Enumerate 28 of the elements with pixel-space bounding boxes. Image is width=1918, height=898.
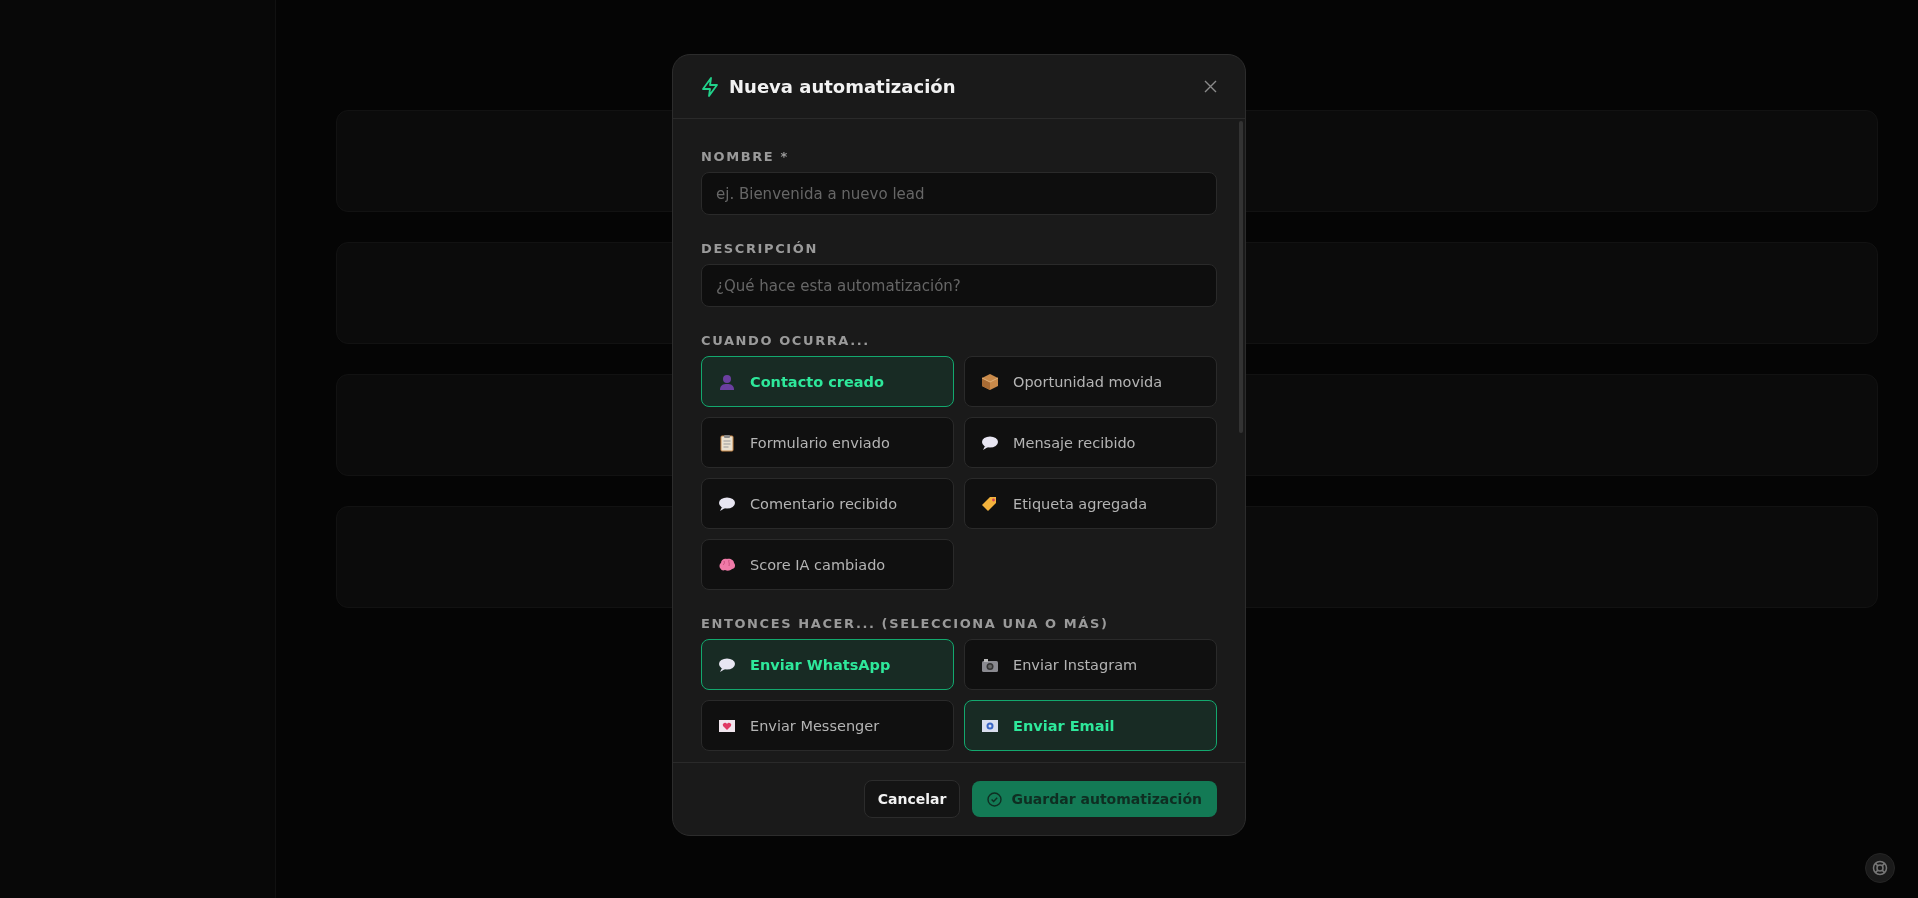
close-icon[interactable] xyxy=(1204,80,1217,93)
section-label: ENTONCES HACER... (SELECCIONA UNA O MÁS) xyxy=(701,616,1110,631)
option-button[interactable]: Enviar Instagram xyxy=(964,639,1217,690)
section-label: CUANDO OCURRA... xyxy=(701,333,871,348)
person-icon xyxy=(718,372,736,391)
option-button[interactable]: Mensaje recibido xyxy=(964,417,1217,468)
option-button[interactable]: Oportunidad movida xyxy=(964,356,1217,407)
package-icon xyxy=(981,372,999,391)
option-button[interactable]: Comentario recibido xyxy=(701,478,954,529)
cancel-button[interactable]: Cancelar xyxy=(863,780,961,818)
lifebuoy-icon xyxy=(1872,860,1888,876)
field-label: NOMBRE * xyxy=(701,149,790,164)
option-button[interactable]: Formulario enviado xyxy=(701,417,954,468)
help-button[interactable] xyxy=(1865,853,1895,883)
option-button[interactable]: Enviar WhatsApp xyxy=(701,639,954,690)
text-field[interactable]: ¿Qué hace esta automatización? xyxy=(701,264,1217,307)
lightning-icon xyxy=(701,76,719,97)
option-button[interactable]: Contacto creado xyxy=(701,356,954,407)
check-circle-icon xyxy=(987,791,1003,807)
option-button[interactable]: Etiqueta agregada xyxy=(964,478,1217,529)
option-button[interactable]: Enviar Messenger xyxy=(701,700,954,751)
field-label: DESCRIPCIÓN xyxy=(701,241,819,256)
tag-icon xyxy=(981,494,999,513)
text-field[interactable]: ej. Bienvenida a nuevo lead xyxy=(701,172,1217,215)
clipboard-icon xyxy=(718,433,736,452)
option-button[interactable]: Enviar Email xyxy=(964,700,1217,751)
option-button[interactable]: Score IA cambiado xyxy=(701,539,954,590)
dialog-title: Nueva automatización xyxy=(729,76,957,97)
